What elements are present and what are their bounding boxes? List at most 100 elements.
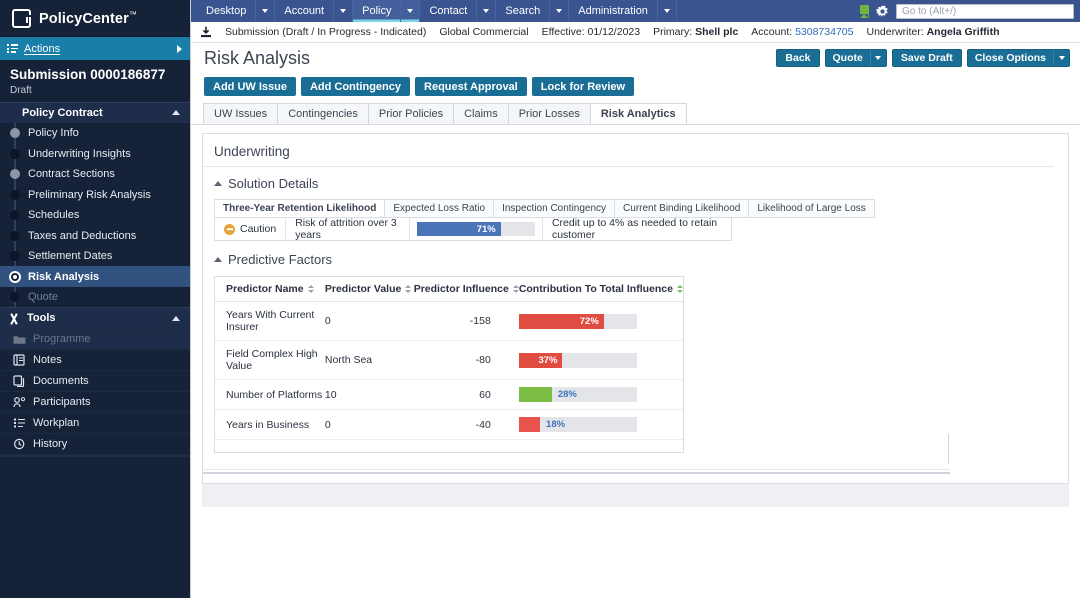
menu-account-caret[interactable] xyxy=(334,0,353,22)
menu-administration-caret[interactable] xyxy=(658,0,677,22)
column-header-predictor-value[interactable]: Predictor Value xyxy=(325,277,414,302)
tab-prior-losses[interactable]: Prior Losses xyxy=(508,103,591,124)
column-label: Predictor Influence xyxy=(414,283,509,295)
table-row[interactable]: Field Complex High ValueNorth Sea-8037% xyxy=(215,341,683,380)
close-options-button[interactable]: Close Options xyxy=(967,49,1070,67)
tab-uw-issues[interactable]: UW Issues xyxy=(203,103,278,124)
menu-contact-caret[interactable] xyxy=(477,0,496,22)
column-header-contribution[interactable]: Contribution To Total Influence xyxy=(519,277,683,302)
menu-administration[interactable]: Administration xyxy=(569,0,658,22)
underwriter-label: Underwriter: xyxy=(866,26,923,38)
sort-icon[interactable] xyxy=(405,285,411,293)
contribution-bar-fill: 72% xyxy=(519,314,604,329)
sidebar-item-notes[interactable]: Notes xyxy=(0,349,190,370)
submission-block: Submission 0000186877 Draft xyxy=(0,60,190,102)
documents-icon xyxy=(13,375,26,388)
add-uw-issue-button[interactable]: Add UW Issue xyxy=(204,77,296,96)
tools-icon xyxy=(8,313,21,324)
tab-contingencies[interactable]: Contingencies xyxy=(277,103,369,124)
request-approval-button[interactable]: Request Approval xyxy=(415,77,527,96)
trademark-symbol: ™ xyxy=(129,10,137,19)
menu-account[interactable]: Account xyxy=(275,0,334,22)
cell-predictor-influence: 60 xyxy=(414,380,519,410)
sidebar-item-history[interactable]: History xyxy=(0,433,190,454)
sidebar-nav-items: Policy Info Underwriting Insights Contra… xyxy=(0,123,190,308)
submission-title: Submission 0000186877 xyxy=(10,67,180,84)
sidebar-group-policy-contract[interactable]: Policy Contract xyxy=(0,102,190,123)
account-link[interactable]: 5308734705 xyxy=(795,26,853,38)
table-row[interactable]: Number of Platforms106028% xyxy=(215,380,683,410)
step-dot-icon xyxy=(10,149,20,159)
sidebar-tools-end xyxy=(0,454,190,457)
cell-predictor-influence: -40 xyxy=(414,410,519,440)
sidebar-item-underwriting-insights[interactable]: Underwriting Insights xyxy=(0,143,190,164)
actions-button[interactable]: Actions xyxy=(0,36,190,60)
bookmark-icon[interactable] xyxy=(860,5,869,18)
panel-scrollbar[interactable] xyxy=(203,472,950,474)
menu-desktop[interactable]: Desktop xyxy=(197,0,256,22)
sidebar-item-participants[interactable]: Participants xyxy=(0,391,190,412)
download-icon xyxy=(200,26,212,38)
tab-label: UW Issues xyxy=(214,108,267,120)
sidebar-item-settlement-dates[interactable]: Settlement Dates xyxy=(0,246,190,267)
add-contingency-label: Add Contingency xyxy=(310,81,401,93)
sidebar-item-documents[interactable]: Documents xyxy=(0,370,190,391)
step-dot-icon xyxy=(10,190,20,200)
underwriter: Underwriter: Angela Griffith xyxy=(866,26,999,38)
sidebar-item-programme[interactable]: Programme xyxy=(0,328,190,349)
gear-icon[interactable] xyxy=(876,5,889,18)
menu-search[interactable]: Search xyxy=(496,0,550,22)
status-badge: Caution xyxy=(215,218,286,240)
sidebar-item-schedules[interactable]: Schedules xyxy=(0,205,190,226)
lock-for-review-button[interactable]: Lock for Review xyxy=(532,77,634,96)
table-row[interactable]: Years With Current Insurer0-15872% xyxy=(215,302,683,341)
tab-risk-analytics[interactable]: Risk Analytics xyxy=(590,103,687,124)
progress-track: 71% xyxy=(417,222,535,236)
back-button[interactable]: Back xyxy=(776,49,819,67)
retention-progress: 71% xyxy=(410,218,543,240)
list-icon xyxy=(7,44,18,53)
subtab-three-year-retention-likelihood[interactable]: Three-Year Retention Likelihood xyxy=(214,199,385,218)
sidebar-item-quote[interactable]: Quote xyxy=(0,287,190,308)
column-header-predictor-name[interactable]: Predictor Name xyxy=(215,277,325,302)
tab-claims[interactable]: Claims xyxy=(453,103,509,124)
subtab-inspection-contingency[interactable]: Inspection Contingency xyxy=(493,199,615,218)
column-header-predictor-influence[interactable]: Predictor Influence xyxy=(414,277,519,302)
predictive-factors-header[interactable]: Predictive Factors xyxy=(214,252,1068,267)
menu-policy-caret[interactable] xyxy=(401,0,420,22)
menu-desktop-caret[interactable] xyxy=(256,0,275,22)
sidebar-item-workplan[interactable]: Workplan xyxy=(0,412,190,433)
menu-label: Search xyxy=(505,5,540,17)
menu-policy[interactable]: Policy xyxy=(353,0,401,22)
submission-status-text: Submission (Draft / In Progress - Indica… xyxy=(225,26,426,38)
record-infobar: Submission (Draft / In Progress - Indica… xyxy=(191,22,1080,43)
sidebar-item-risk-analysis[interactable]: Risk Analysis xyxy=(0,266,190,287)
predictive-factors-title: Predictive Factors xyxy=(228,252,332,267)
sidebar-item-contract-sections[interactable]: Contract Sections xyxy=(0,164,190,185)
panel-footer-line xyxy=(203,469,950,470)
solution-details-header[interactable]: Solution Details xyxy=(214,176,1068,191)
chevron-down-icon[interactable] xyxy=(870,50,886,66)
menu-contact[interactable]: Contact xyxy=(420,0,477,22)
sidebar-item-preliminary-risk-analysis[interactable]: Preliminary Risk Analysis xyxy=(0,184,190,205)
table-row[interactable]: Years in Business0-4018% xyxy=(215,410,683,440)
chevron-down-icon[interactable] xyxy=(1053,50,1069,66)
table-footer xyxy=(215,439,683,452)
sidebar-group-tools[interactable]: Tools xyxy=(0,307,190,328)
contribution-bar-track: 28% xyxy=(519,387,637,402)
sidebar-item-policy-info[interactable]: Policy Info xyxy=(0,123,190,144)
contribution-bar-fill xyxy=(519,417,540,432)
add-contingency-button[interactable]: Add Contingency xyxy=(301,77,410,96)
primary-value: Shell plc xyxy=(695,26,738,38)
subtab-expected-loss-ratio[interactable]: Expected Loss Ratio xyxy=(384,199,494,218)
goto-input[interactable]: Go to (Alt+/) xyxy=(896,4,1074,19)
save-draft-button[interactable]: Save Draft xyxy=(892,49,962,67)
menu-search-caret[interactable] xyxy=(550,0,569,22)
tab-prior-policies[interactable]: Prior Policies xyxy=(368,103,454,124)
sidebar-item-taxes-and-deductions[interactable]: Taxes and Deductions xyxy=(0,225,190,246)
subtab-likelihood-of-large-loss[interactable]: Likelihood of Large Loss xyxy=(748,199,874,218)
sort-icon-active[interactable] xyxy=(677,285,683,293)
sort-icon[interactable] xyxy=(308,285,314,293)
quote-button[interactable]: Quote xyxy=(825,49,887,67)
subtab-current-binding-likelihood[interactable]: Current Binding Likelihood xyxy=(614,199,749,218)
